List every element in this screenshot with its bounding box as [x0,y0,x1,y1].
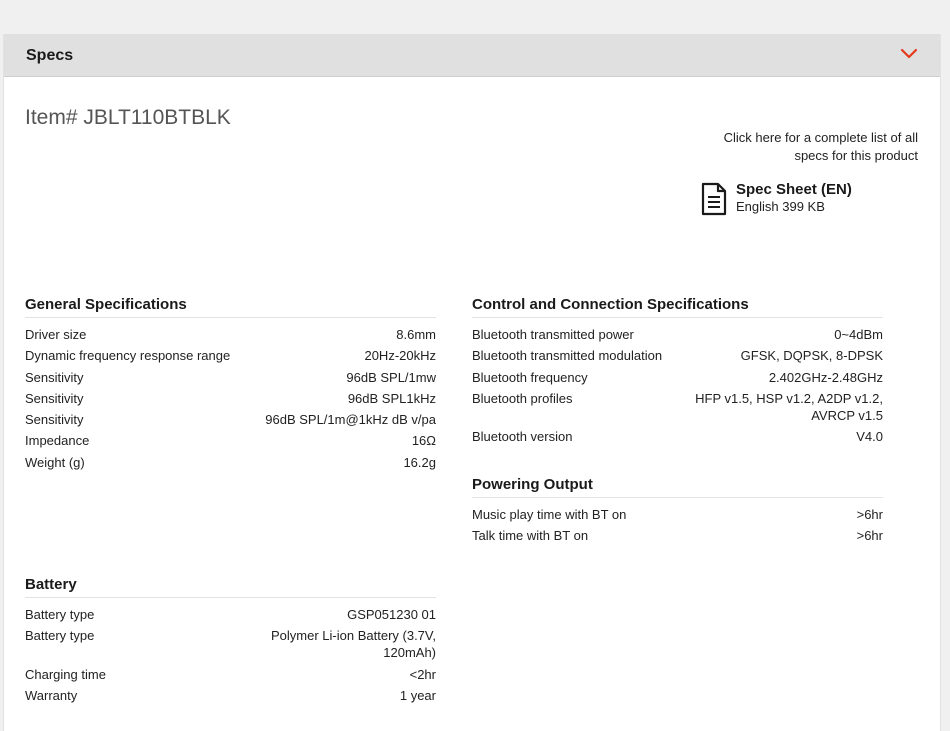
spec-label: Impedance [25,433,90,449]
specs-accordion-header[interactable]: Specs [4,34,940,77]
spec-row: Driver size 8.6mm [25,326,436,343]
spec-label: Bluetooth profiles [472,390,573,406]
spec-value: GFSK, DQPSK, 8-DPSK [740,348,883,364]
spec-value: 16.2g [403,454,436,470]
spec-row: Battery type Polymer Li-ion Battery (3.7V… [25,627,436,661]
spec-label: Dynamic frequency response range [25,348,231,364]
spec-label: Bluetooth transmitted modulation [472,348,663,364]
spec-label: Weight (g) [25,454,85,470]
spec-row: Impedance 16Ω [25,432,436,449]
spec-value: 96dB SPL/1mw [346,369,436,385]
spec-sheet-download[interactable]: Spec Sheet (EN) English 399 KB [700,181,900,217]
spec-value: 1 year [399,687,436,703]
spec-value: GSP051230 01 [347,607,436,622]
section-title: Battery [25,576,436,598]
panel-title: Specs [26,47,74,64]
section-title: General Specifications [25,296,436,318]
spec-value: V4.0 [856,429,883,445]
spec-value: 20Hz-20kHz [364,348,436,364]
chevron-down-icon[interactable] [900,46,918,60]
spec-value: 16Ω [411,433,436,449]
spec-label: Bluetooth frequency [472,369,588,385]
spec-row: Talk time with BT on >6hr [472,527,883,544]
spec-value: Polymer Li-ion Battery (3.7V, 120mAh) [271,628,436,661]
spec-value: >6hr [856,528,883,544]
spec-value: >6hr [856,507,883,522]
spec-row: Battery type GSP051230 01 [25,606,436,623]
spec-label: Sensitivity [25,369,84,385]
specs-panel: Specs Item# JBLT110BTBLK Click here for … [3,34,941,731]
spec-label: Charging time [25,666,106,682]
section-title: Control and Connection Specifications [472,296,883,318]
section-title: Powering Output [472,476,883,498]
document-icon [701,182,727,216]
spec-row: Sensitivity 96dB SPL/1mw [25,369,436,386]
spec-row: Weight (g) 16.2g [25,454,436,471]
spec-row: Bluetooth version V4.0 [472,428,883,445]
spec-label: Battery type [25,607,95,622]
spec-label: Bluetooth transmitted power [472,327,634,342]
control-connection-specifications: Control and Connection Specifications Bl… [472,296,883,449]
spec-row: Charging time <2hr [25,666,436,683]
spec-label: Battery type [25,628,95,644]
complete-specs-link[interactable]: Click here for a complete list of all sp… [698,129,918,165]
spec-label: Sensitivity [25,412,84,428]
spec-label: Talk time with BT on [472,528,589,544]
powering-output: Powering Output Music play time with BT … [472,476,883,549]
spec-sheet-size: English 399 KB [736,199,825,214]
spec-row: Bluetooth profiles HFP v1.5, HSP v1.2, A2… [472,390,883,424]
spec-value: HFP v1.5, HSP v1.2, A2DP v1.2, AVRCP v1.… [695,390,883,423]
spec-label: Warranty [25,687,78,703]
spec-value: <2hr [409,666,436,682]
spec-row: Music play time with BT on >6hr [472,506,883,523]
spec-label: Sensitivity [25,390,84,406]
spec-value: 8.6mm [396,327,436,342]
spec-row: Bluetooth frequency 2.402GHz-2.48GHz [472,369,883,386]
spec-value: 2.402GHz-2.48GHz [768,369,883,385]
item-number: Item# JBLT110BTBLK [25,106,231,129]
general-specifications: General Specifications Driver size 8.6mm D… [25,296,436,475]
spec-label: Music play time with BT on [472,507,627,522]
battery-specifications: Battery Battery type GSP051230 01 Battery … [25,576,436,708]
spec-row: Sensitivity 96dB SPL1kHz [25,390,436,407]
spec-label: Driver size [25,327,87,342]
spec-row: Dynamic frequency response range 20Hz-20k… [25,347,436,364]
spec-row: Warranty 1 year [25,687,436,704]
spec-label: Bluetooth version [472,429,573,445]
spec-value: 96dB SPL/1m@1kHz dB v/pa [265,412,436,428]
spec-row: Sensitivity 96dB SPL/1m@1kHz dB v/pa [25,411,436,428]
spec-value: 96dB SPL1kHz [347,390,436,406]
spec-sheet-title: Spec Sheet (EN) [736,181,852,198]
spec-row: Bluetooth transmitted modulation GFSK, DQ… [472,347,883,364]
spec-value: 0~4dBm [834,327,883,342]
spec-row: Bluetooth transmitted power 0~4dBm [472,326,883,343]
